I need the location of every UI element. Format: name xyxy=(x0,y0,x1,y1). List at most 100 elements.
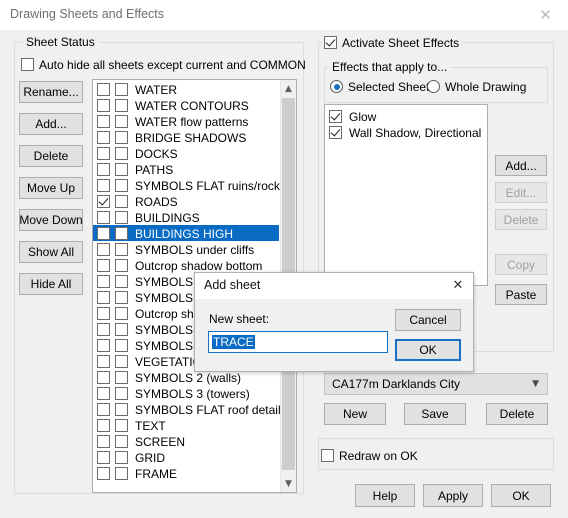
sheet-lock-checkbox[interactable] xyxy=(115,387,128,401)
preset-combobox[interactable]: CA177m Darklands City ▼ xyxy=(324,373,548,395)
ok-button[interactable]: OK xyxy=(491,484,551,507)
sheet-lock-checkbox[interactable] xyxy=(115,147,128,161)
sheet-visible-checkbox[interactable] xyxy=(97,339,110,353)
sheet-lock-checkbox[interactable] xyxy=(115,227,128,241)
effect-enabled-checkbox[interactable] xyxy=(329,110,342,124)
activate-sheet-effects-row[interactable]: Activate Sheet Effects xyxy=(321,35,463,50)
sheet-visible-checkbox[interactable] xyxy=(97,195,110,209)
apply-button[interactable]: Apply xyxy=(423,484,483,507)
window-close-button[interactable]: ✕ xyxy=(523,0,568,30)
redraw-on-ok-row[interactable]: Redraw on OK xyxy=(321,448,418,463)
move-down-button[interactable]: Move Down xyxy=(19,209,83,231)
sheet-lock-checkbox[interactable] xyxy=(115,83,128,97)
sheet-lock-checkbox[interactable] xyxy=(115,307,128,321)
sheet-lock-checkbox[interactable] xyxy=(115,99,128,113)
sheet-visible-checkbox[interactable] xyxy=(97,435,110,449)
sheet-list-item[interactable]: SYMBOLS 3 (towers) xyxy=(93,385,279,401)
sheet-visible-checkbox[interactable] xyxy=(97,355,110,369)
add-sheet-dialog-close-button[interactable]: ✕ xyxy=(449,276,467,294)
sheet-visible-checkbox[interactable] xyxy=(97,115,110,129)
add-sheet-cancel-button[interactable]: Cancel xyxy=(395,309,461,331)
move-up-button[interactable]: Move Up xyxy=(19,177,83,199)
sheet-list-item[interactable]: BUILDINGS HIGH xyxy=(93,225,279,241)
add-sheet-ok-button[interactable]: OK xyxy=(395,339,461,361)
effect-enabled-checkbox[interactable] xyxy=(329,126,342,140)
effect-add-button[interactable]: Add... xyxy=(495,155,547,176)
sheet-list-item[interactable]: WATER flow patterns xyxy=(93,113,279,129)
scroll-down-arrow[interactable]: ▼ xyxy=(281,475,296,492)
sheet-lock-checkbox[interactable] xyxy=(115,131,128,145)
sheet-lock-checkbox[interactable] xyxy=(115,403,128,417)
effect-list-item[interactable]: Wall Shadow, Directional xyxy=(325,124,487,140)
rename-button[interactable]: Rename... xyxy=(19,81,83,103)
sheet-visible-checkbox[interactable] xyxy=(97,387,110,401)
sheet-visible-checkbox[interactable] xyxy=(97,83,110,97)
sheet-list-item[interactable]: DOCKS xyxy=(93,145,279,161)
show-all-button[interactable]: Show All xyxy=(19,241,83,263)
sheet-visible-checkbox[interactable] xyxy=(97,163,110,177)
sheet-visible-checkbox[interactable] xyxy=(97,371,110,385)
help-button[interactable]: Help xyxy=(355,484,415,507)
preset-save-button[interactable]: Save xyxy=(404,403,466,425)
sheet-lock-checkbox[interactable] xyxy=(115,275,128,289)
sheet-list-item[interactable]: SYMBOLS under cliffs xyxy=(93,241,279,257)
sheet-visible-checkbox[interactable] xyxy=(97,307,110,321)
preset-delete-button[interactable]: Delete xyxy=(486,403,548,425)
sheet-list-item[interactable]: GRID xyxy=(93,449,279,465)
sheet-list-item[interactable]: BUILDINGS xyxy=(93,209,279,225)
sheet-lock-checkbox[interactable] xyxy=(115,163,128,177)
hide-all-button[interactable]: Hide All xyxy=(19,273,83,295)
sheet-visible-checkbox[interactable] xyxy=(97,131,110,145)
sheet-list-item[interactable]: WATER xyxy=(93,81,279,97)
sheet-visible-checkbox[interactable] xyxy=(97,99,110,113)
preset-new-button[interactable]: New xyxy=(324,403,386,425)
sheet-list-item[interactable]: SCREEN xyxy=(93,433,279,449)
new-sheet-input[interactable]: TRACE xyxy=(208,331,388,353)
sheet-list-item[interactable]: FRAME xyxy=(93,465,279,481)
sheet-lock-checkbox[interactable] xyxy=(115,259,128,273)
effects-listbox[interactable]: Glow Wall Shadow, Directional xyxy=(324,104,488,286)
sheet-list-item[interactable]: BRIDGE SHADOWS xyxy=(93,129,279,145)
radio-selected-sheet-row[interactable]: Selected Sheet xyxy=(330,79,429,94)
sheet-list-item[interactable]: SYMBOLS FLAT ruins/rocks xyxy=(93,177,286,193)
sheet-lock-checkbox[interactable] xyxy=(115,419,128,433)
sheet-visible-checkbox[interactable] xyxy=(97,147,110,161)
sheet-visible-checkbox[interactable] xyxy=(97,259,110,273)
auto-hide-checkbox[interactable] xyxy=(21,58,34,72)
effect-list-item[interactable]: Glow xyxy=(325,108,487,124)
sheet-list-item[interactable]: WATER CONTOURS xyxy=(93,97,279,113)
sheet-lock-checkbox[interactable] xyxy=(115,339,128,353)
add-sheet-button[interactable]: Add... xyxy=(19,113,83,135)
sheet-lock-checkbox[interactable] xyxy=(115,291,128,305)
sheet-lock-checkbox[interactable] xyxy=(115,243,128,257)
sheet-visible-checkbox[interactable] xyxy=(97,403,110,417)
sheet-visible-checkbox[interactable] xyxy=(97,467,110,481)
sheet-visible-checkbox[interactable] xyxy=(97,451,110,465)
sheet-visible-checkbox[interactable] xyxy=(97,227,110,241)
sheet-lock-checkbox[interactable] xyxy=(115,451,128,465)
activate-sheet-effects-checkbox[interactable] xyxy=(324,36,337,50)
sheet-visible-checkbox[interactable] xyxy=(97,243,110,257)
sheet-lock-checkbox[interactable] xyxy=(115,211,128,225)
sheet-list-item[interactable]: PATHS xyxy=(93,161,279,177)
sheet-visible-checkbox[interactable] xyxy=(97,419,110,433)
redraw-on-ok-checkbox[interactable] xyxy=(321,449,334,463)
delete-sheet-button[interactable]: Delete xyxy=(19,145,83,167)
sheet-lock-checkbox[interactable] xyxy=(115,467,128,481)
scroll-up-arrow[interactable]: ▲ xyxy=(281,80,296,97)
sheet-lock-checkbox[interactable] xyxy=(115,115,128,129)
sheet-visible-checkbox[interactable] xyxy=(97,275,110,289)
sheet-lock-checkbox[interactable] xyxy=(115,179,128,193)
effect-paste-button[interactable]: Paste xyxy=(495,284,547,305)
sheet-lock-checkbox[interactable] xyxy=(115,355,128,369)
sheet-visible-checkbox[interactable] xyxy=(97,291,110,305)
radio-selected-sheet[interactable] xyxy=(330,80,343,94)
sheet-visible-checkbox[interactable] xyxy=(97,179,110,193)
sheet-lock-checkbox[interactable] xyxy=(115,435,128,449)
sheet-visible-checkbox[interactable] xyxy=(97,323,110,337)
auto-hide-checkbox-row[interactable]: Auto hide all sheets except current and … xyxy=(21,57,306,72)
radio-whole-drawing[interactable] xyxy=(427,80,440,94)
radio-whole-drawing-row[interactable]: Whole Drawing xyxy=(427,79,526,94)
sheet-list-item[interactable]: TEXT xyxy=(93,417,279,433)
sheet-list-item[interactable]: Outcrop shadow bottom xyxy=(93,257,279,273)
